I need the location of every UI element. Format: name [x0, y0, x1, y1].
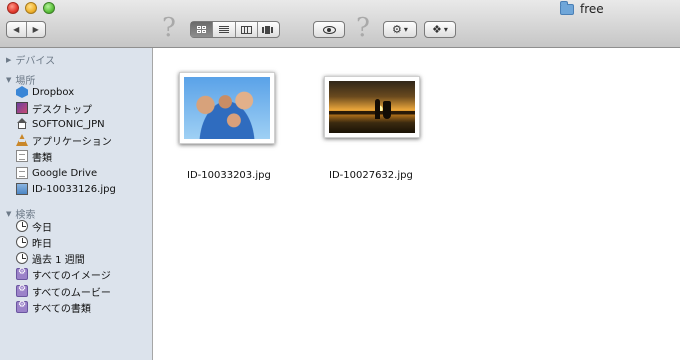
- couple-silhouette: [373, 95, 393, 119]
- sidebar-item-label: 書類: [32, 152, 52, 164]
- google-drive-icon: [16, 167, 28, 179]
- sidebar-item-home[interactable]: SOFTONIC_JPN: [16, 116, 105, 132]
- sidebar-item-label: ID-10033126.jpg: [32, 183, 116, 195]
- group-photo-image: [184, 77, 270, 139]
- folder-icon: [560, 0, 574, 15]
- disclosure-collapsed-icon: ▶: [6, 55, 12, 64]
- list-view-button[interactable]: [213, 22, 236, 37]
- file-thumbnail[interactable]: [324, 76, 420, 138]
- sidebar-item-label: 過去 1 週間: [32, 254, 85, 266]
- sidebar-item-applications[interactable]: アプリケーション: [16, 132, 112, 148]
- column-view-button[interactable]: [236, 22, 258, 37]
- applications-icon: [16, 134, 28, 146]
- close-window-button[interactable]: [7, 2, 19, 14]
- image-file-icon: [16, 183, 28, 195]
- sidebar-item-label: 今日: [32, 222, 52, 234]
- forward-arrow-icon: ▶: [32, 25, 39, 34]
- clock-icon: [16, 220, 28, 232]
- sidebar-item-label: SOFTONIC_JPN: [32, 118, 105, 130]
- smart-folder-icon: [16, 284, 28, 297]
- file-thumbnail[interactable]: [179, 72, 275, 144]
- sidebar-item-yesterday[interactable]: 昨日: [16, 234, 52, 250]
- eye-icon: [322, 25, 336, 34]
- sidebar-item-label: アプリケーション: [32, 136, 112, 148]
- icon-view-button[interactable]: [191, 22, 214, 37]
- sidebar-item-past-week[interactable]: 過去 1 週間: [16, 250, 85, 266]
- minimize-window-button[interactable]: [25, 2, 37, 14]
- smart-folder-icon: [16, 300, 28, 313]
- sidebar-item-image-file[interactable]: ID-10033126.jpg: [16, 181, 116, 197]
- back-forward-control: ◀ ▶: [6, 21, 46, 38]
- disclosure-expanded-icon: ▼: [6, 209, 12, 218]
- action-menu-button[interactable]: ⚙ ▾: [383, 21, 417, 38]
- sunset-couple-photo-image: [329, 81, 415, 133]
- sidebar-item-all-images[interactable]: すべてのイメージ: [16, 266, 111, 282]
- dropbox-icon: [16, 86, 28, 98]
- cover-flow-button[interactable]: [258, 22, 279, 37]
- file-area: ID-10033203.jpg ID-10027632.jpg: [153, 48, 680, 360]
- list-view-icon: [218, 26, 229, 33]
- icon-view-icon: [197, 26, 207, 33]
- sidebar-item-all-movies[interactable]: すべてのムービー: [16, 283, 111, 299]
- help-icon: ?: [356, 13, 370, 43]
- file-name[interactable]: ID-10027632.jpg: [329, 170, 413, 181]
- sidebar-item-label: デスクトップ: [32, 104, 92, 116]
- clock-icon: [16, 252, 28, 264]
- cover-flow-icon: [262, 25, 274, 34]
- window-title: free: [560, 0, 604, 17]
- smart-folder-icon: [16, 267, 28, 280]
- sidebar: ▶ デバイス ▼ 場所 Dropbox デスクトップ SOFTONIC_JPN …: [0, 48, 153, 360]
- zoom-window-button[interactable]: [43, 2, 55, 14]
- home-icon: [16, 118, 28, 130]
- forward-button[interactable]: ▶: [27, 22, 46, 37]
- sidebar-item-today[interactable]: 今日: [16, 218, 52, 234]
- sidebar-item-label: Google Drive: [32, 167, 98, 179]
- sidebar-item-label: Dropbox: [32, 86, 75, 98]
- clock-icon: [16, 236, 28, 248]
- gear-icon: ⚙: [392, 23, 402, 36]
- sidebar-item-dropbox[interactable]: Dropbox: [16, 84, 74, 100]
- dropbox-menu-button[interactable]: ❖ ▾: [424, 21, 456, 38]
- dropbox-icon: ❖: [432, 23, 442, 36]
- view-mode-control: [190, 21, 280, 38]
- chevron-down-icon: ▾: [403, 25, 408, 34]
- sidebar-item-label: すべてのムービー: [32, 287, 111, 299]
- sidebar-item-label: すべての書類: [32, 303, 91, 315]
- sidebar-item-label: 昨日: [32, 238, 52, 250]
- sidebar-item-all-documents[interactable]: すべての書類: [16, 299, 91, 315]
- back-button[interactable]: ◀: [7, 22, 27, 37]
- sidebar-item-documents[interactable]: 書類: [16, 148, 52, 164]
- back-arrow-icon: ◀: [13, 25, 20, 34]
- window-title-text: free: [580, 2, 604, 16]
- desktop-icon: [16, 102, 28, 114]
- sidebar-section-devices[interactable]: ▶ デバイス: [6, 52, 56, 68]
- chevron-down-icon: ▾: [443, 25, 448, 34]
- file-name[interactable]: ID-10033203.jpg: [187, 170, 271, 181]
- help-icon: ?: [162, 13, 176, 43]
- sidebar-item-label: すべてのイメージ: [32, 270, 111, 282]
- section-header: デバイス: [15, 56, 56, 67]
- toolbar: free ◀ ▶ ? ? ⚙ ▾ ❖ ▾: [0, 0, 680, 48]
- documents-icon: [16, 150, 28, 162]
- disclosure-expanded-icon: ▼: [6, 75, 12, 84]
- column-view-icon: [240, 25, 252, 34]
- sidebar-item-desktop[interactable]: デスクトップ: [16, 100, 92, 116]
- sidebar-item-google-drive[interactable]: Google Drive: [16, 165, 97, 181]
- quick-look-button[interactable]: [313, 21, 345, 38]
